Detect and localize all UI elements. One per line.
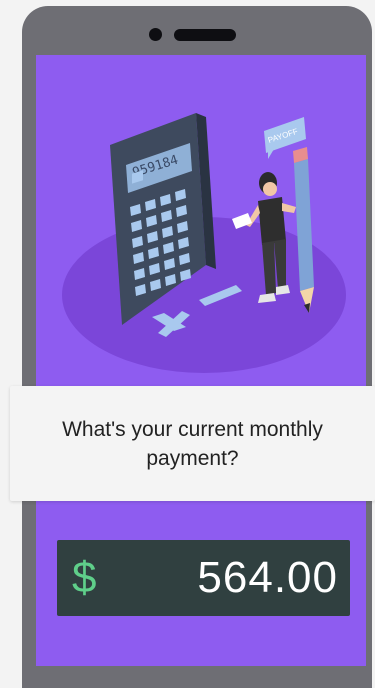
payment-amount-value: 564.00 [197,553,338,602]
camera-dot [149,28,162,41]
speaker-grille [174,29,236,41]
question-card: What's your current monthly payment? [10,386,375,501]
currency-symbol: $ [72,553,97,602]
payment-amount-field[interactable]: $ 564.00 [57,540,350,616]
calculator-illustration: 959184 PAYOFF [62,113,346,373]
question-text: What's your current monthly payment? [62,417,323,470]
